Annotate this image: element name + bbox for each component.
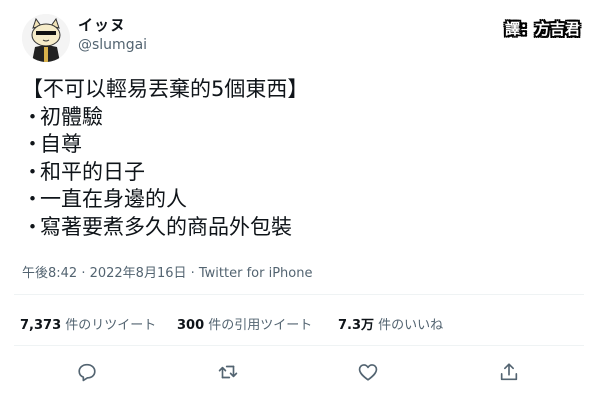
reply-button[interactable] (76, 361, 100, 385)
tweet-title: 【不可以輕易丟棄的5個東西】 (22, 77, 309, 101)
list-item: ・初體驗 (22, 104, 582, 132)
list-item-text: 初體驗 (40, 104, 103, 129)
divider (14, 294, 584, 295)
author-name[interactable]: イッヌ (78, 14, 126, 35)
list-item-text: 自尊 (40, 132, 82, 156)
bullet: ・ (22, 104, 43, 129)
author-handle[interactable]: @slumgai (78, 37, 147, 53)
dog-avatar-icon (22, 14, 70, 62)
action-bar (0, 358, 598, 388)
like-button[interactable] (357, 361, 381, 385)
avatar[interactable] (22, 14, 70, 62)
list-item: ・自尊 (22, 131, 582, 159)
retweet-button[interactable] (217, 361, 241, 385)
tweet-timestamp[interactable]: 午後8:42 · 2022年8月16日 · Twitter for iPhone (22, 262, 312, 281)
list-item-text: 和平的日子 (40, 159, 145, 184)
retweets-stat[interactable]: 7,373 件のリツイート (20, 314, 156, 333)
likes-stat[interactable]: 7.3万 件のいいね (338, 314, 443, 333)
tweet-card: イッヌ @slumgai 譯：方吉君 【不可以輕易丟棄的5個東西】 ・初體驗 ・… (0, 0, 598, 397)
quotes-count: 300 (177, 318, 205, 333)
heart-icon (358, 364, 378, 381)
share-icon (500, 363, 518, 381)
share-button[interactable] (498, 361, 522, 385)
list-item: ・和平的日子 (22, 159, 582, 187)
list-item: ・一直在身邊的人 (22, 186, 582, 214)
divider (14, 345, 584, 346)
bullet: ・ (22, 187, 43, 211)
bullet: ・ (22, 159, 43, 184)
reply-icon (78, 363, 96, 382)
retweets-count: 7,373 (20, 318, 62, 333)
quotes-stat[interactable]: 300 件の引用ツイート (177, 314, 312, 333)
bullet: ・ (22, 214, 43, 239)
list-item-text: 一直在身邊的人 (40, 187, 187, 211)
retweet-icon (218, 365, 238, 379)
likes-count: 7.3万 (338, 318, 375, 333)
bullet: ・ (22, 132, 43, 156)
translator-badge: 譯：方吉君 (504, 20, 580, 38)
tweet-text: 【不可以輕易丟棄的5個東西】 ・初體驗 ・自尊 ・和平的日子 ・一直在身邊的人 … (22, 76, 582, 241)
retweets-label: 件のリツイート (61, 318, 157, 333)
quotes-label: 件の引用ツイート (204, 318, 313, 333)
list-item: ・寫著要煮多久的商品外包裝 (22, 214, 582, 242)
likes-label: 件のいいね (374, 318, 444, 333)
list-item-text: 寫著要煮多久的商品外包裝 (40, 214, 292, 239)
